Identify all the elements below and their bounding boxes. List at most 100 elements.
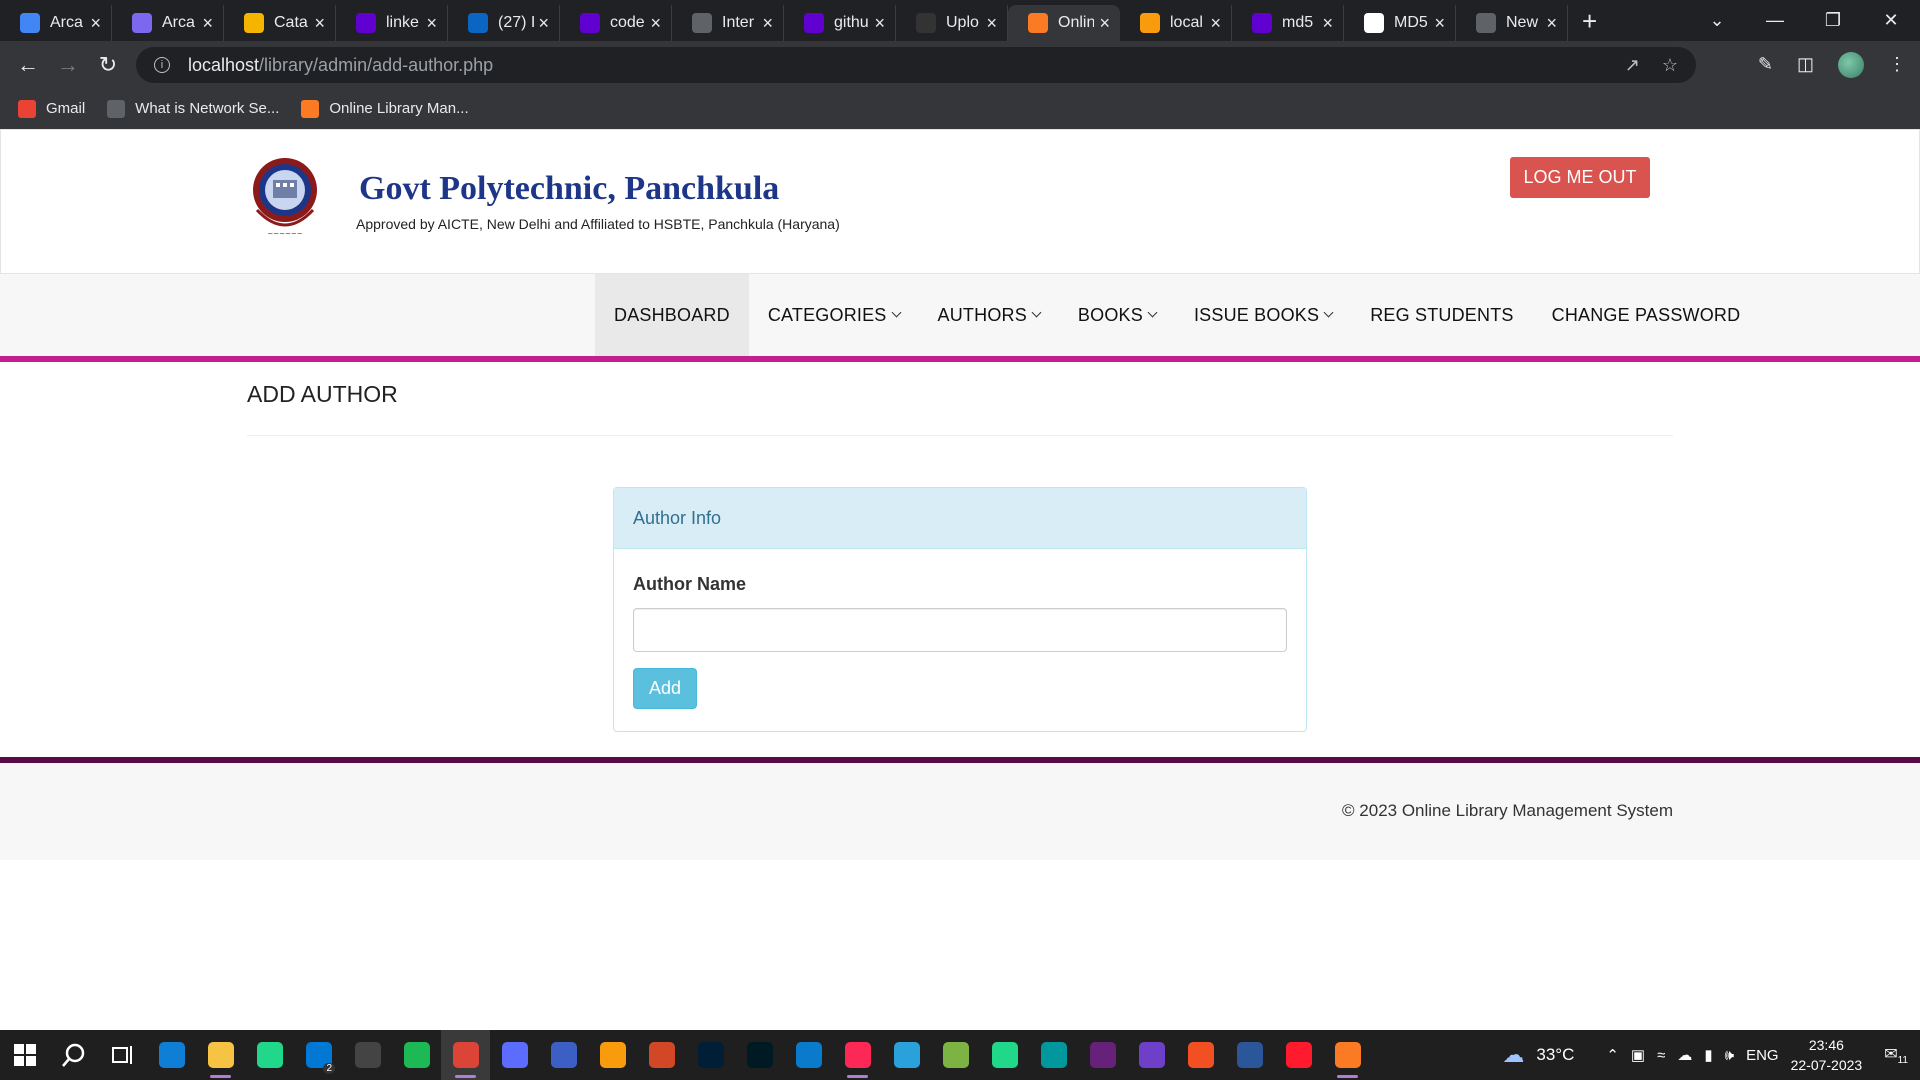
chevron-up-icon[interactable]: ⌃ [1606,1046,1619,1064]
browser-tab[interactable]: Arca × [112,5,224,41]
taskbar-app[interactable] [588,1030,637,1080]
taskbar-app[interactable] [441,1030,490,1080]
volume-icon[interactable]: 🕪 [1725,1047,1734,1064]
taskbar-app[interactable] [637,1030,686,1080]
taskbar-app[interactable] [931,1030,980,1080]
taskbar-app[interactable] [1029,1030,1078,1080]
author-name-input[interactable] [633,608,1287,652]
nav-item-categories[interactable]: CATEGORIES [749,274,919,356]
tab-title: Cata [274,14,308,31]
close-tab-icon[interactable]: × [1546,13,1557,34]
logout-button[interactable]: LOG ME OUT [1510,157,1650,198]
nav-item-issue-books[interactable]: ISSUE BOOKS [1175,274,1351,356]
close-tab-icon[interactable]: × [90,13,101,34]
close-tab-icon[interactable]: × [986,13,997,34]
taskbar-app[interactable] [147,1030,196,1080]
bookmark-item[interactable]: What is Network Se... [107,99,279,118]
close-tab-icon[interactable]: × [1099,13,1110,34]
browser-tab[interactable]: Inter × [672,5,784,41]
browser-tab[interactable]: Cata × [224,5,336,41]
reload-icon[interactable]: ↻ [88,52,128,78]
close-tab-icon[interactable]: × [1434,13,1445,34]
restore-icon[interactable]: ❐ [1804,10,1862,31]
nav-item-dashboard[interactable]: DASHBOARD [595,274,749,356]
chevron-down-icon [1147,307,1158,318]
taskbar-app[interactable] [882,1030,931,1080]
menu-kebab-icon[interactable]: ⋮ [1888,54,1906,75]
close-window-icon[interactable]: ✕ [1862,10,1920,31]
browser-tab[interactable]: code × [560,5,672,41]
close-tab-icon[interactable]: × [874,13,885,34]
weather-temp[interactable]: 33°C [1536,1045,1574,1065]
taskbar-app[interactable] [1274,1030,1323,1080]
clock[interactable]: 23:46 22-07-2023 [1791,1035,1863,1075]
close-tab-icon[interactable]: × [202,13,213,34]
close-tab-icon[interactable]: × [538,13,549,34]
minimize-icon[interactable]: — [1746,10,1804,31]
taskbar-app[interactable] [1225,1030,1274,1080]
browser-tab[interactable]: linke × [336,5,448,41]
extensions-icon[interactable]: ✎ [1758,54,1773,75]
close-tab-icon[interactable]: × [762,13,773,34]
profile-avatar[interactable] [1838,51,1864,78]
browser-tab[interactable]: New × [1456,5,1568,41]
search-icon[interactable] [49,1030,98,1080]
battery-icon[interactable]: ▮ [1704,1046,1712,1064]
taskbar-app[interactable] [343,1030,392,1080]
add-author-button[interactable]: Add [633,668,697,709]
taskbar-app[interactable]: 2 [294,1030,343,1080]
onedrive-icon[interactable]: ☁ [1677,1046,1692,1064]
taskbar-app[interactable] [686,1030,735,1080]
new-tab-icon[interactable]: + [1582,6,1597,37]
browser-tab[interactable]: local × [1120,5,1232,41]
nav-item-books[interactable]: BOOKS [1059,274,1175,356]
nav-item-reg-students[interactable]: REG STUDENTS [1351,274,1532,356]
taskbar-app[interactable] [539,1030,588,1080]
nav-item-change-password[interactable]: CHANGE PASSWORD [1533,274,1760,356]
language-indicator[interactable]: ENG [1746,1047,1779,1064]
back-icon[interactable]: ← [8,52,48,78]
site-info-icon[interactable]: i [154,57,170,73]
browser-tab[interactable]: Uplo × [896,5,1008,41]
tab-search-icon[interactable]: ⌄ [1688,10,1746,31]
taskbar-app[interactable] [784,1030,833,1080]
taskbar-app[interactable] [833,1030,882,1080]
browser-tab[interactable]: Arca × [0,5,112,41]
browser-tab[interactable]: md5 × [1232,5,1344,41]
bookmark-item[interactable]: Online Library Man... [301,99,469,118]
forward-icon[interactable]: → [48,52,88,78]
task-view-icon[interactable] [98,1030,147,1080]
taskbar-app[interactable] [392,1030,441,1080]
wifi-icon[interactable]: ≈ [1657,1047,1665,1064]
close-tab-icon[interactable]: × [650,13,661,34]
notification-icon[interactable]: ✉11 [1884,1044,1908,1066]
nav-item-authors[interactable]: AUTHORS [919,274,1059,356]
taskbar-app[interactable] [1078,1030,1127,1080]
taskbar-app[interactable] [735,1030,784,1080]
taskbar-app[interactable] [1176,1030,1225,1080]
close-tab-icon[interactable]: × [1322,13,1333,34]
taskbar-app[interactable] [245,1030,294,1080]
bookmark-star-icon[interactable]: ☆ [1662,55,1678,76]
share-icon[interactable]: ↗ [1625,55,1640,76]
bookmark-item[interactable]: Gmail [18,99,85,118]
close-tab-icon[interactable]: × [314,13,325,34]
side-panel-icon[interactable]: ◫ [1797,54,1814,75]
taskbar-app[interactable] [1127,1030,1176,1080]
taskbar-app[interactable] [196,1030,245,1080]
taskbar-app[interactable] [490,1030,539,1080]
weather-icon[interactable]: ☁ [1502,1042,1524,1068]
browser-tab[interactable]: MD5 × [1344,5,1456,41]
browser-tab[interactable]: Onlin × [1008,5,1120,41]
browser-tab[interactable]: (27) I × [448,5,560,41]
window-controls: ⌄ — ❐ ✕ [1688,0,1920,41]
taskbar-app[interactable] [1323,1030,1372,1080]
start-icon[interactable] [0,1030,49,1080]
taskbar-app[interactable] [980,1030,1029,1080]
meet-icon[interactable]: ▣ [1631,1046,1645,1064]
close-tab-icon[interactable]: × [1210,13,1221,34]
globe-icon [1476,13,1496,33]
browser-tab[interactable]: githu × [784,5,896,41]
close-tab-icon[interactable]: × [426,13,437,34]
address-bar[interactable]: i localhost/library/admin/add-author.php… [136,47,1696,83]
